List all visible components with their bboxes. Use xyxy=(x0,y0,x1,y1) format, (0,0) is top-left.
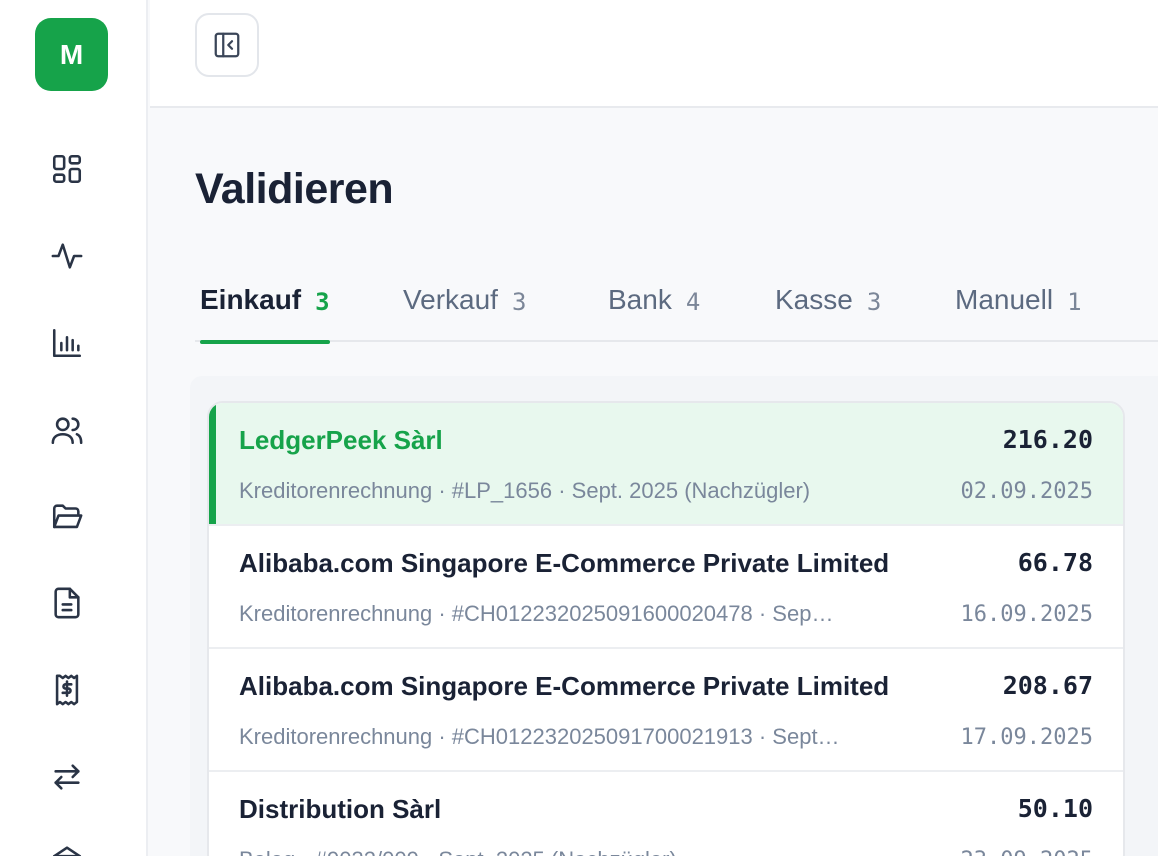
tab-label: Manuell xyxy=(955,284,1054,315)
tab-einkauf[interactable]: Einkauf 3 xyxy=(200,270,330,344)
amount: 66.78 xyxy=(1017,548,1093,577)
document-list: LedgerPeek Sàrl 216.20 Kreditorenrechnun… xyxy=(207,401,1125,856)
sidebar-collapse-button[interactable] xyxy=(195,13,259,77)
tab-manuell[interactable]: Manuell 1 xyxy=(955,270,1082,342)
document-date: 17.09.2025 xyxy=(960,725,1093,750)
document-description: Beleg · #9032/009 · Sept. 2025 (Nachzügl… xyxy=(239,847,929,856)
vendor-name: LedgerPeek Sàrl xyxy=(239,425,443,455)
list-item[interactable]: LedgerPeek Sàrl 216.20 Kreditorenrechnun… xyxy=(209,403,1123,526)
document-date: 16.09.2025 xyxy=(960,602,1093,627)
users-icon[interactable] xyxy=(46,409,88,451)
vendor-name: Alibaba.com Singapore E-Commerce Private… xyxy=(239,671,890,701)
document-date: 23.09.2025 xyxy=(961,848,1093,856)
folder-open-icon[interactable] xyxy=(46,496,88,538)
tab-count: 3 xyxy=(866,288,882,316)
amount: 50.10 xyxy=(1017,794,1093,823)
bank-icon[interactable] xyxy=(46,838,88,856)
amount: 216.20 xyxy=(1002,425,1093,454)
dashboard-grid-icon[interactable] xyxy=(46,148,88,190)
transfer-arrows-icon[interactable] xyxy=(46,756,88,798)
tab-verkauf[interactable]: Verkauf 3 xyxy=(403,270,526,342)
tab-bar: Einkauf 3 Verkauf 3 Bank 4 Kasse 3 Manue… xyxy=(195,270,1158,344)
tab-count: 3 xyxy=(511,288,527,316)
document-icon[interactable] xyxy=(46,582,88,624)
vendor-name: Alibaba.com Singapore E-Commerce Private… xyxy=(239,548,890,578)
topbar xyxy=(150,0,1158,108)
tab-count: 3 xyxy=(315,288,330,316)
tab-kasse[interactable]: Kasse 3 xyxy=(775,270,881,342)
page-title: Validieren xyxy=(195,165,394,213)
list-item[interactable]: Alibaba.com Singapore E-Commerce Private… xyxy=(209,649,1123,772)
tab-bank[interactable]: Bank 4 xyxy=(608,270,700,342)
sidebar-collapse-icon xyxy=(212,30,242,60)
document-description: Kreditorenrechnung · #CH0122320250917000… xyxy=(239,724,840,749)
tab-label: Kasse xyxy=(775,284,853,315)
vendor-name: Distribution Sàrl xyxy=(239,794,442,824)
list-item[interactable]: Alibaba.com Singapore E-Commerce Private… xyxy=(209,526,1123,649)
bar-chart-icon[interactable] xyxy=(46,322,88,364)
document-description: Kreditorenrechnung · #CH0122320250916000… xyxy=(239,601,834,626)
activity-pulse-icon[interactable] xyxy=(46,235,88,277)
tab-label: Einkauf xyxy=(200,284,302,315)
document-date: 02.09.2025 xyxy=(960,479,1093,504)
tab-count: 1 xyxy=(1067,288,1082,316)
avatar[interactable]: M xyxy=(35,18,108,91)
tab-count: 4 xyxy=(685,288,701,316)
amount: 208.67 xyxy=(1002,671,1093,700)
tab-label: Bank xyxy=(608,284,672,315)
document-description: Kreditorenrechnung · #LP_1656 · Sept. 20… xyxy=(239,478,811,503)
sidebar: M xyxy=(0,0,148,856)
tab-label: Verkauf xyxy=(403,284,498,315)
list-item[interactable]: Distribution Sàrl 50.10 Beleg · #9032/00… xyxy=(209,772,1123,856)
receipt-dollar-icon[interactable] xyxy=(46,669,88,711)
